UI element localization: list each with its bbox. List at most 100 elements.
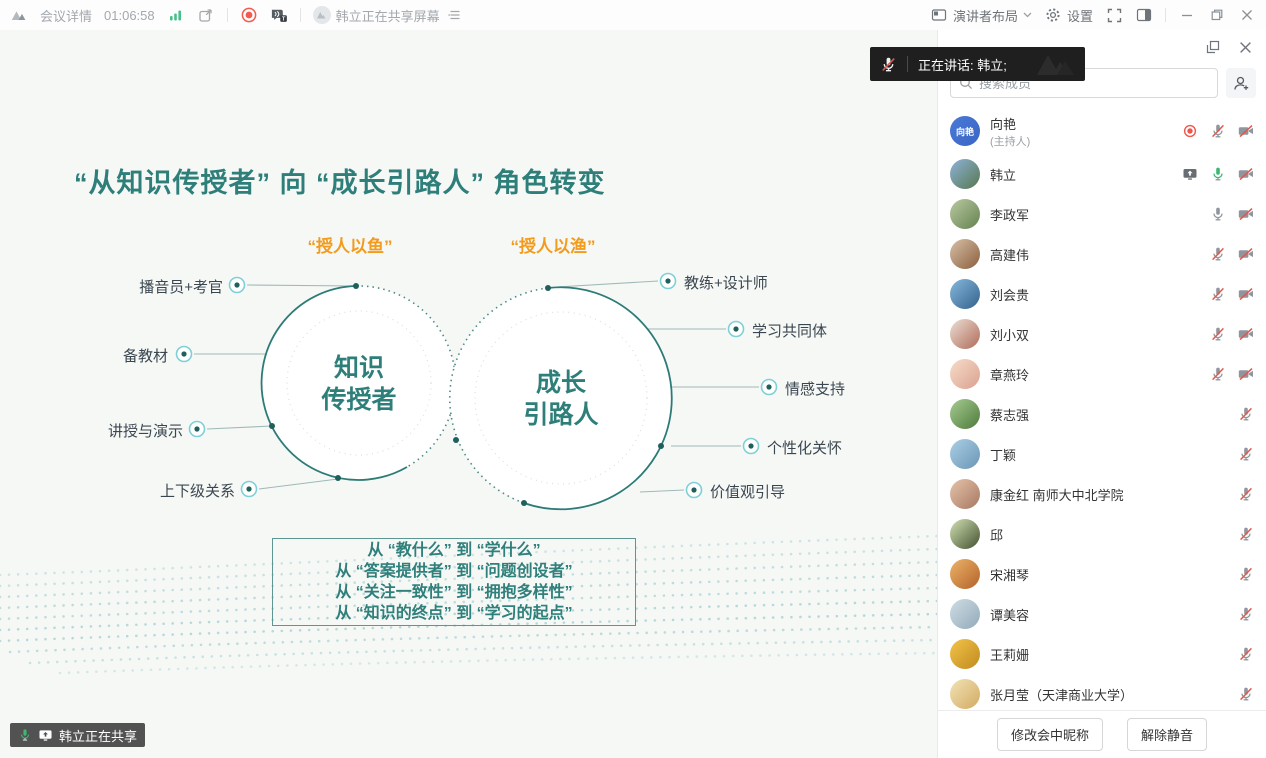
mic-muted-icon [1210, 286, 1226, 302]
member-name: 刘小双 [990, 325, 1200, 344]
member-name: 王莉姗 [990, 645, 1228, 664]
member-row[interactable]: 张月莹（天津商业大学） [938, 674, 1266, 710]
avatar [950, 279, 980, 309]
avatar [950, 159, 980, 189]
member-info: 丁颖 [990, 445, 1228, 464]
avatar [950, 359, 980, 389]
mic-muted-icon [1238, 606, 1254, 622]
avatar [950, 519, 980, 549]
member-info: 蔡志强 [990, 405, 1228, 424]
member-info: 刘会贵 [990, 285, 1200, 304]
member-info: 谭美容 [990, 605, 1228, 624]
slide-title: “从知识传授者” 向 “成长引路人” 角色转变 [74, 161, 606, 200]
divider [907, 56, 908, 72]
camera-muted-icon [1238, 326, 1254, 342]
camera-muted-icon [1238, 286, 1254, 302]
member-name: 谭美容 [990, 605, 1228, 624]
layout-label: 演讲者布局 [953, 6, 1018, 25]
recording-indicator-icon [1182, 123, 1198, 139]
mic-on-icon [18, 728, 32, 742]
camera-muted-icon [1238, 166, 1254, 182]
app-logo-icon [10, 6, 28, 24]
avatar [950, 199, 980, 229]
member-row[interactable]: 康金红 南师大中北学院 [938, 474, 1266, 514]
member-name: 向艳 [990, 114, 1172, 133]
avatar [950, 319, 980, 349]
meeting-details-button[interactable]: 会议详情 [40, 6, 92, 25]
fullscreen-icon[interactable] [1105, 6, 1123, 24]
member-row[interactable]: 谭美容 [938, 594, 1266, 634]
member-name: 李政军 [990, 205, 1200, 224]
member-row[interactable]: 李政军 [938, 194, 1266, 234]
open-in-new-icon[interactable] [197, 6, 215, 24]
member-row[interactable]: 丁颖 [938, 434, 1266, 474]
mic-muted-icon [1210, 366, 1226, 382]
network-signal-icon[interactable] [167, 6, 185, 24]
member-status-icons [1238, 646, 1254, 662]
member-name: 张月莹（天津商业大学） [990, 685, 1228, 704]
camera-muted-icon [1238, 123, 1254, 139]
diagram-item: 情感支持 [785, 378, 845, 399]
member-row[interactable]: 宋湘琴 [938, 554, 1266, 594]
settings-button[interactable]: 设置 [1044, 6, 1093, 25]
speaking-toast: 正在讲话: 韩立; [870, 47, 1085, 81]
diagram-item: 播音员+考官 [105, 276, 223, 297]
maximize-button[interactable] [1208, 6, 1226, 24]
member-name: 康金红 南师大中北学院 [990, 485, 1228, 504]
sharer-status-chip[interactable]: 韩立正在共享屏幕 [313, 6, 463, 25]
mic-on-icon [1210, 166, 1226, 182]
member-row[interactable]: 蔡志强 [938, 394, 1266, 434]
member-info: 王莉姗 [990, 645, 1228, 664]
member-row[interactable]: 王莉姗 [938, 634, 1266, 674]
avatar [950, 479, 980, 509]
divider [1165, 8, 1166, 22]
member-row[interactable]: 韩立 [938, 154, 1266, 194]
mic-muted-icon [1210, 326, 1226, 342]
member-status-icons [1238, 526, 1254, 542]
member-row[interactable]: 刘会贵 [938, 274, 1266, 314]
mic-idle-icon [1210, 206, 1226, 222]
pop-out-icon[interactable] [1204, 38, 1222, 56]
minimize-button[interactable] [1178, 6, 1196, 24]
member-name: 高建伟 [990, 245, 1200, 264]
shared-screen-area: “从知识传授者” 向 “成长引路人” 角色转变 “授人以鱼” “授人以渔” 知识… [0, 30, 937, 758]
sharer-list-icon[interactable] [445, 6, 463, 24]
top-bar: 会议详情 01:06:58 T 韩立正在共享屏幕 [0, 0, 1266, 30]
layout-selector[interactable]: 演讲者布局 [930, 6, 1032, 25]
member-panel-footer: 修改会中昵称 解除静音 [938, 710, 1266, 758]
avatar [950, 599, 980, 629]
member-row[interactable]: 章燕玲 [938, 354, 1266, 394]
mic-muted-icon [1238, 486, 1254, 502]
diagram-item: 讲授与演示 [95, 420, 183, 441]
member-row[interactable]: 刘小双 [938, 314, 1266, 354]
diagram-item: 价值观引导 [710, 481, 785, 502]
member-status-icons [1238, 486, 1254, 502]
member-role: (主持人) [990, 133, 1172, 149]
member-list[interactable]: 向艳 向艳 (主持人) 韩立 李政军 高建伟 刘会贵 [938, 108, 1266, 710]
side-panel-toggle-icon[interactable] [1135, 6, 1153, 24]
member-row[interactable]: 向艳 向艳 (主持人) [938, 108, 1266, 154]
member-status-icons [1238, 606, 1254, 622]
record-button[interactable] [240, 6, 258, 24]
avatar [950, 679, 980, 709]
member-row[interactable]: 高建伟 [938, 234, 1266, 274]
avatar [950, 439, 980, 469]
member-status-icons [1238, 406, 1254, 422]
watermark-logo-icon [1033, 51, 1079, 77]
unmute-button[interactable]: 解除静音 [1127, 718, 1207, 751]
member-name: 邱 [990, 525, 1228, 544]
member-status-icons [1182, 166, 1254, 182]
member-info: 李政军 [990, 205, 1200, 224]
member-name: 蔡志强 [990, 405, 1228, 424]
member-row[interactable]: 邱 [938, 514, 1266, 554]
add-member-button[interactable] [1226, 68, 1256, 98]
member-name: 丁颖 [990, 445, 1228, 464]
member-info: 章燕玲 [990, 365, 1200, 384]
member-name: 章燕玲 [990, 365, 1200, 384]
rename-button[interactable]: 修改会中昵称 [997, 718, 1103, 751]
member-status-icons [1210, 206, 1254, 222]
live-captions-icon[interactable]: T [270, 6, 288, 24]
close-panel-icon[interactable] [1236, 38, 1254, 56]
close-window-button[interactable] [1238, 6, 1256, 24]
mic-muted-icon [1238, 566, 1254, 582]
